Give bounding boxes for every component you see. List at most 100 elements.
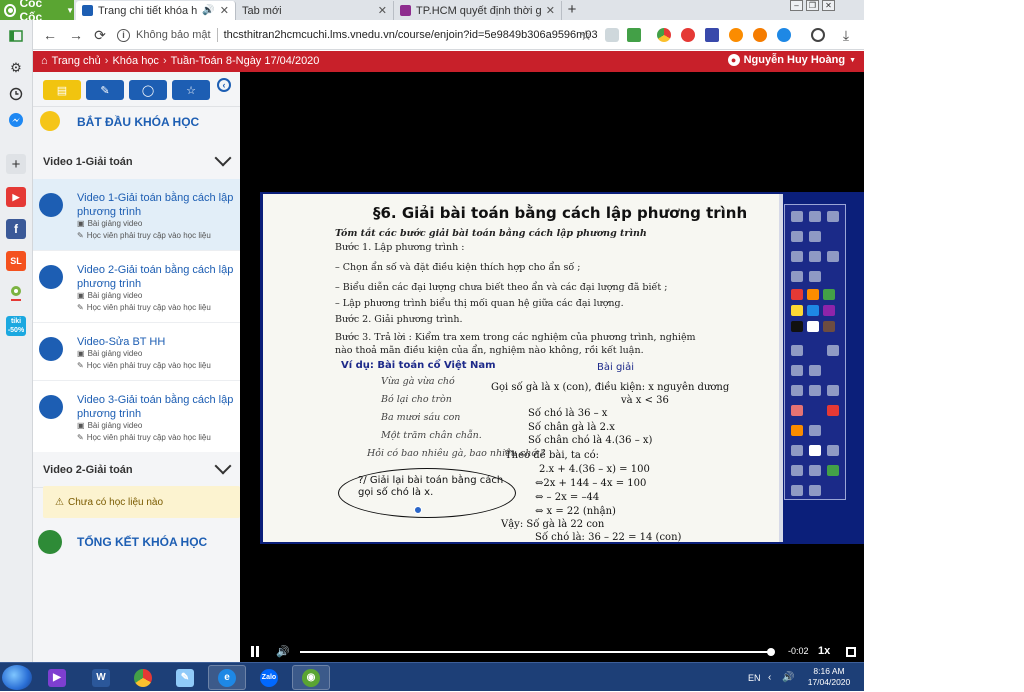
lesson-item[interactable]: Video 2-Giải toán bằng cách lập phương t…	[33, 251, 240, 323]
breadcrumb-home[interactable]: Trang chủ	[52, 55, 101, 67]
video-player[interactable]: §6. Giải bài toán bằng cách lập phương t…	[240, 72, 864, 662]
course-start-row[interactable]: BẮT ĐẦU KHÓA HỌC	[33, 108, 240, 148]
tool-stamp-icon[interactable]	[791, 465, 803, 476]
coccoc-menu-button[interactable]: Cốc Cốc ▼	[0, 0, 74, 24]
youtube-icon[interactable]: ▶	[6, 187, 26, 207]
color-green-icon[interactable]	[823, 289, 835, 300]
color-white-icon[interactable]	[807, 321, 819, 332]
tab-news[interactable]: TP.HCM quyết định thời gian ✕	[394, 1, 562, 20]
color-orange-icon[interactable]	[807, 289, 819, 300]
tool-highlight-icon[interactable]	[809, 271, 821, 282]
taskbar-edge[interactable]: e	[208, 665, 246, 690]
back-button[interactable]: ←	[41, 26, 59, 44]
chevron-down-icon[interactable]	[214, 149, 232, 167]
color-yellow-icon[interactable]	[791, 305, 803, 316]
tool-select-icon[interactable]	[791, 211, 803, 222]
tool-screen-icon[interactable]	[809, 211, 821, 222]
section-header-video1[interactable]: Video 1-Giải toán	[33, 144, 240, 180]
lesson-item[interactable]: Video 1-Giải toán bằng cách lập phương t…	[33, 179, 240, 251]
tool-marker-icon[interactable]	[809, 385, 821, 396]
lesson-title[interactable]: Video-Sửa BT HH	[77, 335, 237, 349]
tool-camera-icon[interactable]	[791, 251, 803, 262]
tool-dots-icon[interactable]	[791, 345, 803, 356]
pause-button[interactable]	[250, 646, 260, 657]
section-header-video2[interactable]: Video 2-Giải toán	[33, 452, 240, 488]
tool-table-icon[interactable]	[827, 345, 839, 356]
seek-handle[interactable]	[767, 648, 776, 656]
downloads-arrow-icon[interactable]: ⤓	[837, 26, 855, 44]
tool-star-icon[interactable]	[827, 465, 839, 476]
playback-speed-button[interactable]: 1x	[818, 645, 830, 657]
tool-zoom-icon[interactable]	[827, 445, 839, 456]
tool-clear-icon[interactable]	[827, 405, 839, 416]
new-tab-button[interactable]: +	[563, 1, 581, 19]
volume-icon[interactable]: 🔊	[276, 645, 290, 658]
tab-book[interactable]: ▤	[43, 80, 81, 100]
tool-play-icon[interactable]	[791, 271, 803, 282]
user-menu[interactable]: ● Nguyễn Huy Hoàng ▼	[727, 54, 856, 66]
tool-undo-icon[interactable]	[791, 485, 803, 496]
tab-comments[interactable]: ◯	[129, 80, 167, 100]
lesson-title[interactable]: Video 1-Giải toán bằng cách lập phương t…	[77, 191, 237, 219]
tab-course-detail[interactable]: Trang chi tiết khóa học: C 🔊 ✕	[76, 1, 236, 20]
color-black-icon[interactable]	[791, 321, 803, 332]
chevron-down-icon[interactable]	[214, 457, 232, 475]
tray-chevron-icon[interactable]: ‹	[768, 663, 771, 692]
collapse-sidebar-icon[interactable]: ‹	[217, 78, 231, 92]
tool-record-icon[interactable]	[809, 251, 821, 262]
lesson-item[interactable]: Video 3-Giải toán bằng cách lập phương t…	[33, 381, 240, 453]
taskbar-word[interactable]: W	[82, 665, 120, 690]
tray-volume-icon[interactable]: 🔊	[782, 663, 794, 692]
close-tab-icon[interactable]: ✕	[378, 4, 387, 17]
extension-icon[interactable]	[777, 28, 791, 42]
restore-icon[interactable]: ❐	[806, 0, 819, 11]
tool-gallery-icon[interactable]	[809, 465, 821, 476]
shopping-icon[interactable]: SL	[6, 251, 26, 271]
input-language[interactable]: EN	[748, 663, 761, 692]
sidebar-toggle-icon[interactable]	[6, 26, 26, 46]
tool-pen-icon[interactable]	[827, 211, 839, 222]
seek-bar[interactable]	[300, 651, 772, 653]
chrome-ext-icon[interactable]	[657, 28, 671, 42]
translate-icon[interactable]	[605, 28, 619, 42]
color-purple-icon[interactable]	[823, 305, 835, 316]
coin-icon[interactable]	[753, 28, 767, 42]
tool-eraser-icon[interactable]	[791, 405, 803, 416]
download-icon[interactable]	[627, 28, 641, 42]
share-icon[interactable]	[705, 28, 719, 42]
forward-button[interactable]: →	[67, 26, 85, 44]
shield-icon[interactable]	[681, 28, 695, 42]
tool-cursor-icon[interactable]	[791, 365, 803, 376]
tool-move-icon[interactable]	[809, 365, 821, 376]
tab-favorites[interactable]: ☆	[172, 80, 210, 100]
breadcrumb-courses[interactable]: Khóa học	[112, 55, 158, 67]
tool-text-icon[interactable]	[809, 445, 821, 456]
system-clock[interactable]: 8:16 AM 17/04/2020	[800, 666, 858, 688]
tool-line-icon[interactable]	[827, 251, 839, 262]
tool-window-icon[interactable]	[791, 231, 803, 242]
url-text[interactable]: thcsthitran2hcmcuchi.lms.vnedu.vn/course…	[224, 29, 598, 41]
lesson-item[interactable]: Video-Sửa BT HH ▣ Bài giảng video ✎ Học vi…	[33, 323, 240, 381]
course-summary-row[interactable]: TỔNG KẾT KHÓA HỌC	[33, 524, 240, 564]
lesson-title[interactable]: Video 3-Giải toán bằng cách lập phương t…	[77, 393, 237, 421]
tool-grid-icon[interactable]	[809, 231, 821, 242]
profile-icon[interactable]	[811, 28, 825, 42]
add-icon[interactable]: +	[6, 154, 26, 174]
taskbar-media-player[interactable]: ▶	[38, 665, 76, 690]
tool-save-icon[interactable]	[827, 385, 839, 396]
close-tab-icon[interactable]: ✕	[220, 4, 229, 17]
bookmark-star-icon[interactable]: ☆	[577, 26, 595, 44]
tab-attachments[interactable]: ✎	[86, 80, 124, 100]
taskbar-coccoc[interactable]: ◉	[292, 665, 330, 690]
taskbar-paint[interactable]: ✎	[166, 665, 204, 690]
url-bar[interactable]: i Không bảo mật thcsthitran2hcmcuchi.lms…	[117, 24, 607, 46]
speaker-icon[interactable]: 🔊	[202, 5, 214, 16]
taskbar-chrome[interactable]	[124, 665, 162, 690]
tiki-icon[interactable]: tiki -50%	[6, 316, 26, 336]
tool-brush-icon[interactable]	[791, 385, 803, 396]
tool-pointer-icon[interactable]	[809, 425, 821, 436]
messenger-icon[interactable]	[6, 110, 26, 130]
start-button[interactable]	[2, 665, 32, 690]
breadcrumb-current[interactable]: Tuần-Toán 8-Ngày 17/04/2020	[171, 55, 320, 67]
minimize-icon[interactable]: –	[790, 0, 803, 11]
